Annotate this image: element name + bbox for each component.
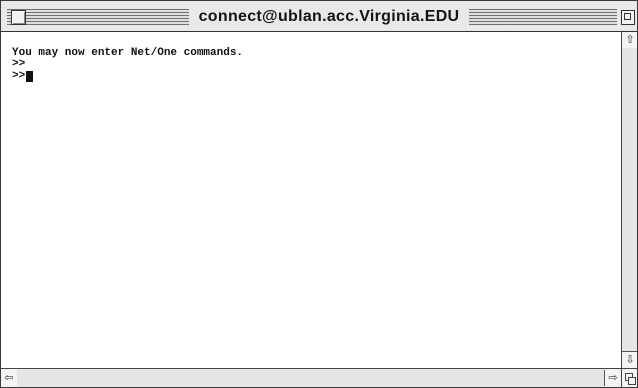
arrow-up-icon[interactable]: ⇧ — [622, 32, 637, 49]
terminal-line: You may now enter Net/One commands. — [12, 47, 244, 59]
text-cursor — [26, 71, 34, 82]
title-bar-stripes-right — [469, 9, 617, 25]
horizontal-scrollbar[interactable]: ⇦ ⇨ — [1, 368, 621, 387]
horizontal-scroll-track[interactable] — [17, 369, 605, 387]
terminal-window: connect@ublan.acc.Virginia.EDU You may n… — [0, 0, 638, 388]
zoom-box-icon[interactable] — [621, 10, 635, 25]
terminal-prompt: >> — [12, 58, 26, 70]
vertical-scroll-track[interactable] — [622, 48, 637, 352]
vertical-scrollbar[interactable]: ⇧ ⇩ — [621, 32, 637, 368]
arrow-down-icon[interactable]: ⇩ — [622, 351, 637, 368]
terminal-output[interactable]: You may now enter Net/One commands. >> >… — [1, 32, 621, 368]
title-bar[interactable]: connect@ublan.acc.Virginia.EDU — [1, 1, 637, 32]
terminal-prompt-text: >> — [12, 70, 26, 82]
window-title: connect@ublan.acc.Virginia.EDU — [189, 6, 469, 28]
title-bar-stripes-left — [7, 9, 189, 25]
arrow-left-icon[interactable]: ⇦ — [1, 370, 18, 386]
arrow-right-icon[interactable]: ⇨ — [604, 370, 621, 386]
resize-grow-icon[interactable] — [621, 368, 637, 387]
close-box-icon[interactable] — [11, 10, 26, 25]
terminal-prompt-active[interactable]: >> — [12, 70, 34, 82]
